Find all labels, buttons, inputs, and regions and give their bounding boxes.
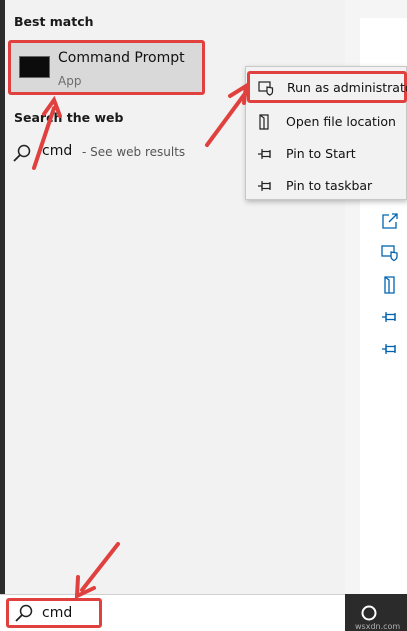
cortana-icon [361,605,377,621]
pin-icon [258,149,271,159]
best-match-heading: Best match [14,14,94,29]
pin-icon [258,181,271,191]
search-icon [13,144,31,162]
web-result[interactable]: cmd - See web results [12,140,212,164]
pin-icon[interactable] [381,308,399,326]
web-heading: Search the web [14,110,124,125]
menu-label: Pin to taskbar [286,178,373,193]
menu-label: Open file location [286,114,396,129]
shield-icon[interactable] [381,244,399,262]
file-location-icon[interactable] [381,276,399,294]
command-prompt-result[interactable]: Command Prompt App [8,40,205,95]
shield-icon [258,81,274,96]
search-highlight [6,598,102,628]
watermark: wsxdn.com [355,622,401,631]
run-as-administrator[interactable]: Run as administrator [247,71,407,103]
web-query: cmd [42,143,73,159]
file-location-icon [259,114,269,130]
open-icon[interactable] [381,212,399,230]
command-prompt-icon [19,56,50,78]
menu-label: Run as administrator [287,80,407,95]
web-suffix: - See web results [82,145,186,159]
pin-to-taskbar[interactable]: Pin to taskbar [246,169,407,201]
left-strip [0,0,5,594]
open-file-location[interactable]: Open file location [246,105,407,137]
pin-to-start[interactable]: Pin to Start [246,137,407,169]
result-type: App [58,74,82,88]
pin-icon[interactable] [381,340,399,358]
context-menu: Run as administrator Open file location … [245,66,407,200]
menu-label: Pin to Start [286,146,356,161]
result-title: Command Prompt [58,50,185,66]
